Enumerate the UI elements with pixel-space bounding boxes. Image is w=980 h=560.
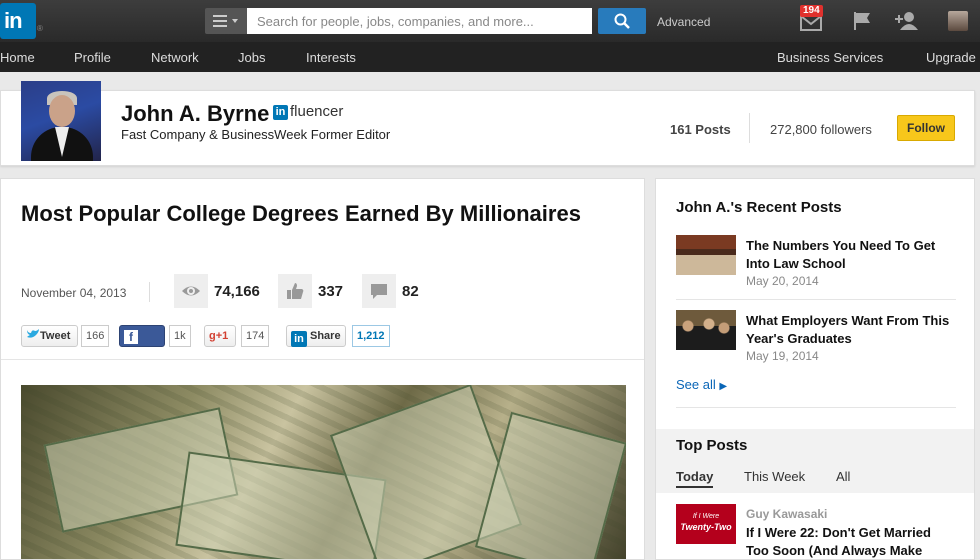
article-title: Most Popular College Degrees Earned By M… <box>21 201 581 226</box>
main-nav: Home Profile Network Jobs Interests Busi… <box>0 42 980 72</box>
money-photo <box>21 385 626 559</box>
google-plus-label: +1 <box>215 330 229 342</box>
google-plus-count: 174 <box>241 325 270 347</box>
twitter-bird-icon <box>27 329 39 338</box>
chevron-right-icon: ▶ <box>719 381 728 392</box>
facebook-icon: f <box>124 330 138 344</box>
flag-icon <box>854 12 870 30</box>
top-posts-title: Top Posts <box>676 437 748 454</box>
advanced-search-link[interactable]: Advanced <box>657 15 710 29</box>
facebook-like-label: Like <box>124 350 147 362</box>
article-date: November 04, 2013 <box>21 286 127 300</box>
author-profile-card: John A. Byrne in fluencer Fast Company &… <box>0 81 975 166</box>
search-category-dropdown[interactable] <box>205 8 247 34</box>
nav-interests[interactable]: Interests <box>306 50 356 65</box>
account-avatar[interactable] <box>948 11 968 31</box>
article-panel: Most Popular College Degrees Earned By M… <box>0 178 645 560</box>
recent-posts-title: John A.'s Recent Posts <box>676 199 842 216</box>
notifications-button[interactable] <box>850 8 876 34</box>
thumbs-up-icon <box>287 283 304 299</box>
recent-post-thumbnail[interactable] <box>676 310 736 350</box>
like-button[interactable] <box>278 274 312 308</box>
posts-count[interactable]: 161 Posts <box>670 122 731 137</box>
followers-count: 272,800 followers <box>770 122 872 137</box>
linkedin-share-count: 1,212 <box>352 325 390 347</box>
linkedin-icon: in <box>291 331 307 347</box>
influencer-badge-icon: in <box>273 105 288 120</box>
see-all-label: See all <box>676 377 716 392</box>
influencer-label: fluencer <box>290 103 344 120</box>
divider <box>149 282 150 302</box>
add-connections-button[interactable] <box>894 8 920 34</box>
comment-button[interactable] <box>362 274 396 308</box>
divider <box>676 299 956 300</box>
top-post-title[interactable]: If I Were 22: Don't Get Married Too Soon… <box>746 524 956 560</box>
views-count: 74,166 <box>214 283 260 300</box>
tweet-count: 166 <box>81 325 110 347</box>
search-input[interactable] <box>247 8 592 34</box>
follow-button[interactable]: Follow <box>897 115 955 141</box>
views-icon-box <box>174 274 208 308</box>
add-person-icon <box>895 12 918 30</box>
nav-profile[interactable]: Profile <box>74 50 111 65</box>
recent-post-date: May 19, 2014 <box>746 349 819 363</box>
comments-count: 82 <box>402 283 419 300</box>
registered-mark: ® <box>37 24 43 33</box>
tweet-label: Tweet <box>40 330 71 342</box>
top-bar: in ® Advanced 194 <box>0 0 980 42</box>
comment-icon <box>371 284 387 299</box>
nav-home[interactable]: Home <box>0 50 35 65</box>
nav-jobs[interactable]: Jobs <box>238 50 265 65</box>
recent-post-thumbnail[interactable] <box>676 235 736 275</box>
linkedin-logo[interactable]: in <box>0 3 36 39</box>
recent-post-date: May 20, 2014 <box>746 274 819 288</box>
facebook-like-button[interactable]: f Like <box>119 325 165 362</box>
divider <box>749 113 750 143</box>
top-post-thumbnail[interactable]: If I Were Twenty-Two <box>676 504 736 544</box>
linkedin-share-label: Share <box>310 330 341 342</box>
tab-this-week[interactable]: This Week <box>744 469 805 484</box>
see-all-link[interactable]: See all ▶ <box>676 377 727 392</box>
inbox-count-badge: 194 <box>800 5 823 17</box>
search-button[interactable] <box>598 8 646 34</box>
sidebar: John A.'s Recent Posts The Numbers You N… <box>655 178 975 560</box>
linkedin-share-button[interactable]: in Share <box>286 325 346 347</box>
divider <box>676 407 956 408</box>
author-name[interactable]: John A. Byrne <box>121 101 269 127</box>
nav-business-services[interactable]: Business Services <box>777 50 883 65</box>
author-photo[interactable] <box>21 81 101 161</box>
divider <box>1 359 644 360</box>
menu-icon <box>213 15 238 27</box>
nav-upgrade[interactable]: Upgrade <box>926 50 976 65</box>
thumb-text: Twenty-Two <box>680 522 732 532</box>
google-plus-icon: g <box>209 330 216 342</box>
google-plus-button[interactable]: g+1 <box>204 325 236 347</box>
thumb-text: If I Were <box>692 513 720 520</box>
tab-all[interactable]: All <box>836 469 850 484</box>
search-icon <box>614 13 630 29</box>
recent-post-title[interactable]: What Employers Want From This Year's Gra… <box>746 312 961 348</box>
tab-today[interactable]: Today <box>676 469 714 488</box>
tweet-button[interactable]: Tweet <box>21 325 78 347</box>
top-post-author[interactable]: Guy Kawasaki <box>746 507 827 521</box>
nav-network[interactable]: Network <box>151 50 199 65</box>
facebook-like-count: 1k <box>169 325 191 347</box>
eye-icon <box>182 286 200 296</box>
author-headline: Fast Company & BusinessWeek Former Edito… <box>121 127 391 142</box>
likes-count: 337 <box>318 283 344 300</box>
recent-post-title[interactable]: The Numbers You Need To Get Into Law Sch… <box>746 237 961 273</box>
